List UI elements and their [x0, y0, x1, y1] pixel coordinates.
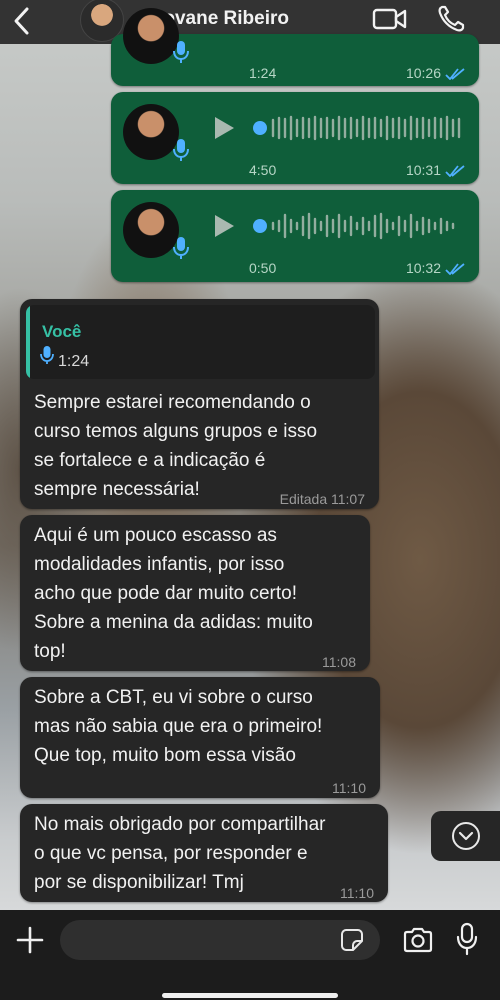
- voice-waveform[interactable]: [271, 211, 466, 241]
- voice-message[interactable]: 1:24 10:26: [111, 8, 479, 86]
- play-icon[interactable]: [212, 214, 236, 238]
- message-time: 10:31: [405, 162, 441, 178]
- voice-duration: 0:50: [249, 260, 277, 276]
- microphone-icon: [173, 41, 189, 63]
- incoming-message[interactable]: No mais obrigado por compartilhar o que …: [20, 804, 388, 902]
- read-ticks-icon: [445, 263, 465, 275]
- playback-position[interactable]: [253, 121, 267, 135]
- incoming-message[interactable]: Sobre a CBT, eu vi sobre o curso mas não…: [20, 677, 380, 798]
- read-ticks-icon: [445, 165, 465, 177]
- plus-icon[interactable]: [16, 926, 44, 954]
- message-text: Aqui é um pouco escasso as modalidades i…: [34, 525, 313, 662]
- back-chevron-icon[interactable]: [10, 5, 34, 37]
- voice-duration: 4:50: [249, 162, 277, 178]
- message-input[interactable]: [60, 920, 380, 960]
- message-text: Sempre estarei recomendando o curso temo…: [34, 392, 318, 500]
- voice-sender-avatar: [123, 104, 179, 160]
- voice-sender-avatar: [123, 202, 179, 258]
- quote-duration: 1:24: [58, 353, 90, 370]
- message-text: Sobre a CBT, eu vi sobre o curso mas não…: [34, 687, 323, 766]
- voice-waveform[interactable]: [271, 113, 466, 143]
- scroll-to-bottom-button[interactable]: [431, 811, 500, 861]
- microphone-icon[interactable]: [456, 922, 478, 956]
- voice-message[interactable]: 4:50 10:31: [111, 92, 479, 184]
- quote-accent-bar: [26, 305, 30, 379]
- message-time: 11:08: [322, 654, 356, 670]
- chevron-down-circle-icon: [452, 822, 480, 850]
- phone-icon[interactable]: [436, 4, 466, 34]
- voice-duration: 1:24: [249, 65, 277, 81]
- message-time: 10:32: [405, 260, 441, 276]
- playback-position[interactable]: [253, 219, 267, 233]
- message-text: No mais obrigado por compartilhar o que …: [34, 814, 326, 893]
- incoming-message[interactable]: Aqui é um pouco escasso as modalidades i…: [20, 515, 370, 671]
- microphone-icon: [40, 346, 54, 364]
- quote-author: Você: [42, 322, 82, 341]
- microphone-icon: [173, 139, 189, 161]
- camera-icon[interactable]: [402, 926, 434, 954]
- read-ticks-icon: [445, 68, 465, 80]
- play-icon[interactable]: [212, 116, 236, 140]
- message-time: Editada 11:07: [279, 491, 365, 507]
- voice-sender-avatar: [123, 8, 179, 64]
- incoming-message[interactable]: Você 1:24 Sempre estarei recomendando o …: [20, 299, 379, 509]
- microphone-icon: [173, 237, 189, 259]
- message-time: 11:10: [340, 885, 374, 901]
- quoted-message[interactable]: Você 1:24: [26, 305, 375, 379]
- home-indicator: [162, 993, 338, 998]
- video-call-icon[interactable]: [372, 6, 408, 32]
- message-time: 10:26: [405, 65, 441, 81]
- message-time: 11:10: [332, 780, 366, 796]
- voice-message[interactable]: 0:50 10:32: [111, 190, 479, 282]
- sticker-icon[interactable]: [340, 928, 364, 952]
